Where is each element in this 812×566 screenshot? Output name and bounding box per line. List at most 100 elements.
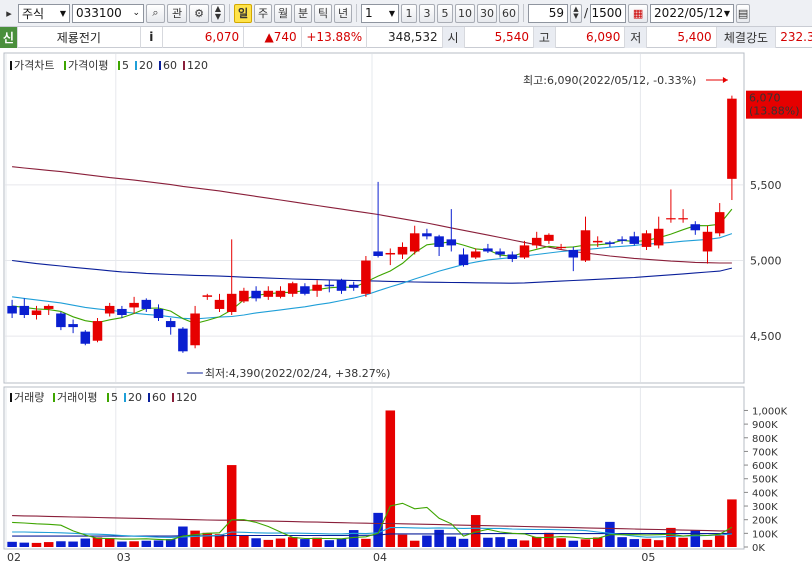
volume-bar bbox=[617, 537, 627, 547]
quick-count-button-1[interactable]: 3 bbox=[419, 3, 435, 23]
period-tab-3[interactable]: 분 bbox=[294, 3, 312, 23]
watchlist-button[interactable]: 관 bbox=[167, 3, 187, 23]
candle-down bbox=[348, 284, 359, 288]
candle-up bbox=[239, 290, 249, 302]
stock-chart[interactable]: 02 03 04 05 5,500 5,000 4,500 1,000K 900K 800K 700… bbox=[0, 49, 812, 566]
volume-bar bbox=[226, 465, 237, 547]
candle-down bbox=[56, 313, 66, 328]
legend-marker bbox=[148, 393, 150, 402]
candle-down bbox=[7, 305, 17, 314]
period-tab-5[interactable]: 년 bbox=[334, 3, 352, 23]
market-select[interactable]: 주식 ▼ bbox=[18, 3, 70, 23]
candle-up bbox=[666, 218, 676, 220]
period-tab-0[interactable]: 일 bbox=[234, 3, 252, 23]
candle-down bbox=[483, 248, 493, 252]
legend-marker bbox=[183, 61, 185, 70]
quick-count-button-2[interactable]: 5 bbox=[437, 3, 453, 23]
volume-value: 348,532 bbox=[367, 26, 443, 48]
last-price-pct: (13.88%) bbox=[749, 105, 800, 118]
credit-tag: 신 bbox=[0, 26, 18, 48]
candle-down bbox=[153, 308, 164, 319]
info-button[interactable]: i bbox=[141, 26, 163, 48]
grid-icon[interactable]: ▦ bbox=[628, 3, 649, 23]
search-icon[interactable]: ⌕ bbox=[146, 3, 165, 23]
chart-area[interactable]: 02 03 04 05 5,500 5,000 4,500 1,000K 900K 800K 700… bbox=[0, 49, 812, 566]
volume-bar bbox=[43, 542, 54, 547]
display-count-input[interactable]: 59 bbox=[528, 3, 568, 23]
count-stepper[interactable]: ▲ ▼ bbox=[570, 3, 582, 23]
volume-bar bbox=[190, 530, 200, 547]
volume-y-tick-label: 400K bbox=[752, 488, 778, 499]
period-tab-2[interactable]: 월 bbox=[274, 3, 292, 23]
candle-up bbox=[129, 302, 139, 308]
candle-down bbox=[141, 299, 152, 309]
legend-entry: 120 bbox=[176, 391, 197, 404]
quick-count-button-0[interactable]: 1 bbox=[401, 3, 417, 23]
legend-marker bbox=[10, 393, 12, 402]
candle-down bbox=[422, 233, 432, 237]
candle-up bbox=[592, 240, 603, 243]
quick-count-button-5[interactable]: 60 bbox=[499, 3, 519, 23]
candle-down bbox=[251, 290, 261, 299]
stock-name[interactable]: 제룡전기 bbox=[18, 26, 141, 48]
total-count-input[interactable]: 1500 bbox=[590, 3, 627, 23]
legend-entry: 가격이평 bbox=[68, 59, 108, 72]
candle-down bbox=[617, 239, 627, 241]
strength-value: 232.3 bbox=[780, 30, 812, 44]
open-label: 시 bbox=[442, 26, 465, 48]
candle-up bbox=[409, 233, 420, 252]
high-price: 6,090 bbox=[556, 26, 626, 48]
volume-y-tick-label: 1,000K bbox=[752, 406, 788, 417]
candle-up bbox=[275, 290, 286, 297]
price-y-tick-label: 5,000 bbox=[750, 255, 782, 268]
volume-bar bbox=[251, 538, 261, 547]
candle-up bbox=[312, 284, 322, 291]
legend-title: 거래량 bbox=[14, 391, 44, 404]
candle-up bbox=[214, 299, 225, 309]
settings-icon[interactable]: ⚙ bbox=[189, 3, 209, 23]
up-down-stepper[interactable]: ▲ ▼ bbox=[211, 3, 225, 23]
chevron-down-icon: ▼ bbox=[59, 8, 66, 18]
high-label: 고 bbox=[533, 26, 556, 48]
volume-bar bbox=[373, 512, 383, 547]
volume-bar bbox=[361, 538, 371, 547]
candle-up bbox=[361, 260, 371, 294]
volume-y-tick-label: 600K bbox=[752, 461, 778, 472]
candle-down bbox=[690, 224, 701, 231]
candle-up bbox=[104, 305, 115, 314]
quick-count-button-4[interactable]: 30 bbox=[477, 3, 497, 23]
candle-up bbox=[263, 290, 274, 297]
volume-bar bbox=[385, 410, 396, 547]
chevron-down-icon: ⌄ bbox=[132, 8, 140, 18]
volume-bar bbox=[556, 538, 566, 547]
low-label: 저 bbox=[625, 26, 648, 48]
volume-bar bbox=[19, 542, 30, 547]
volume-bar bbox=[666, 527, 676, 547]
candle-down bbox=[495, 251, 505, 255]
candle-down bbox=[324, 284, 335, 287]
candle-down bbox=[19, 305, 30, 315]
date-value: 2022/05/12 bbox=[654, 6, 724, 20]
candle-up bbox=[519, 245, 530, 258]
period-tab-1[interactable]: 주 bbox=[254, 3, 272, 23]
candle-up bbox=[702, 231, 713, 252]
volume-bar bbox=[458, 538, 469, 547]
candle-up bbox=[641, 233, 652, 247]
calendar-icon[interactable]: ▤ bbox=[736, 3, 751, 23]
volume-bar bbox=[239, 534, 249, 547]
low-price: 5,400 bbox=[647, 26, 717, 48]
date-picker[interactable]: 2022/05/12 ▼ bbox=[650, 3, 735, 23]
volume-bar bbox=[80, 538, 91, 547]
interval-select[interactable]: 1 ▼ bbox=[361, 3, 399, 23]
period-tab-4[interactable]: 틱 bbox=[314, 3, 332, 23]
open-price: 5,540 bbox=[465, 26, 534, 48]
quick-count-button-3[interactable]: 10 bbox=[455, 3, 475, 23]
quote-bar: 신 제룡전기 i 6,070 ▲740 +13.88% 348,532 시 5,… bbox=[0, 26, 812, 48]
legend-marker bbox=[159, 61, 161, 70]
candle-down bbox=[568, 249, 579, 258]
stock-code-input[interactable]: 033100 ⌄ bbox=[72, 3, 144, 23]
legend-marker bbox=[172, 393, 174, 402]
legend-entry: 거래이평 bbox=[57, 391, 97, 404]
market-select-value: 주식 bbox=[22, 6, 45, 21]
arrow-right-icon[interactable]: ▸ bbox=[2, 4, 16, 23]
